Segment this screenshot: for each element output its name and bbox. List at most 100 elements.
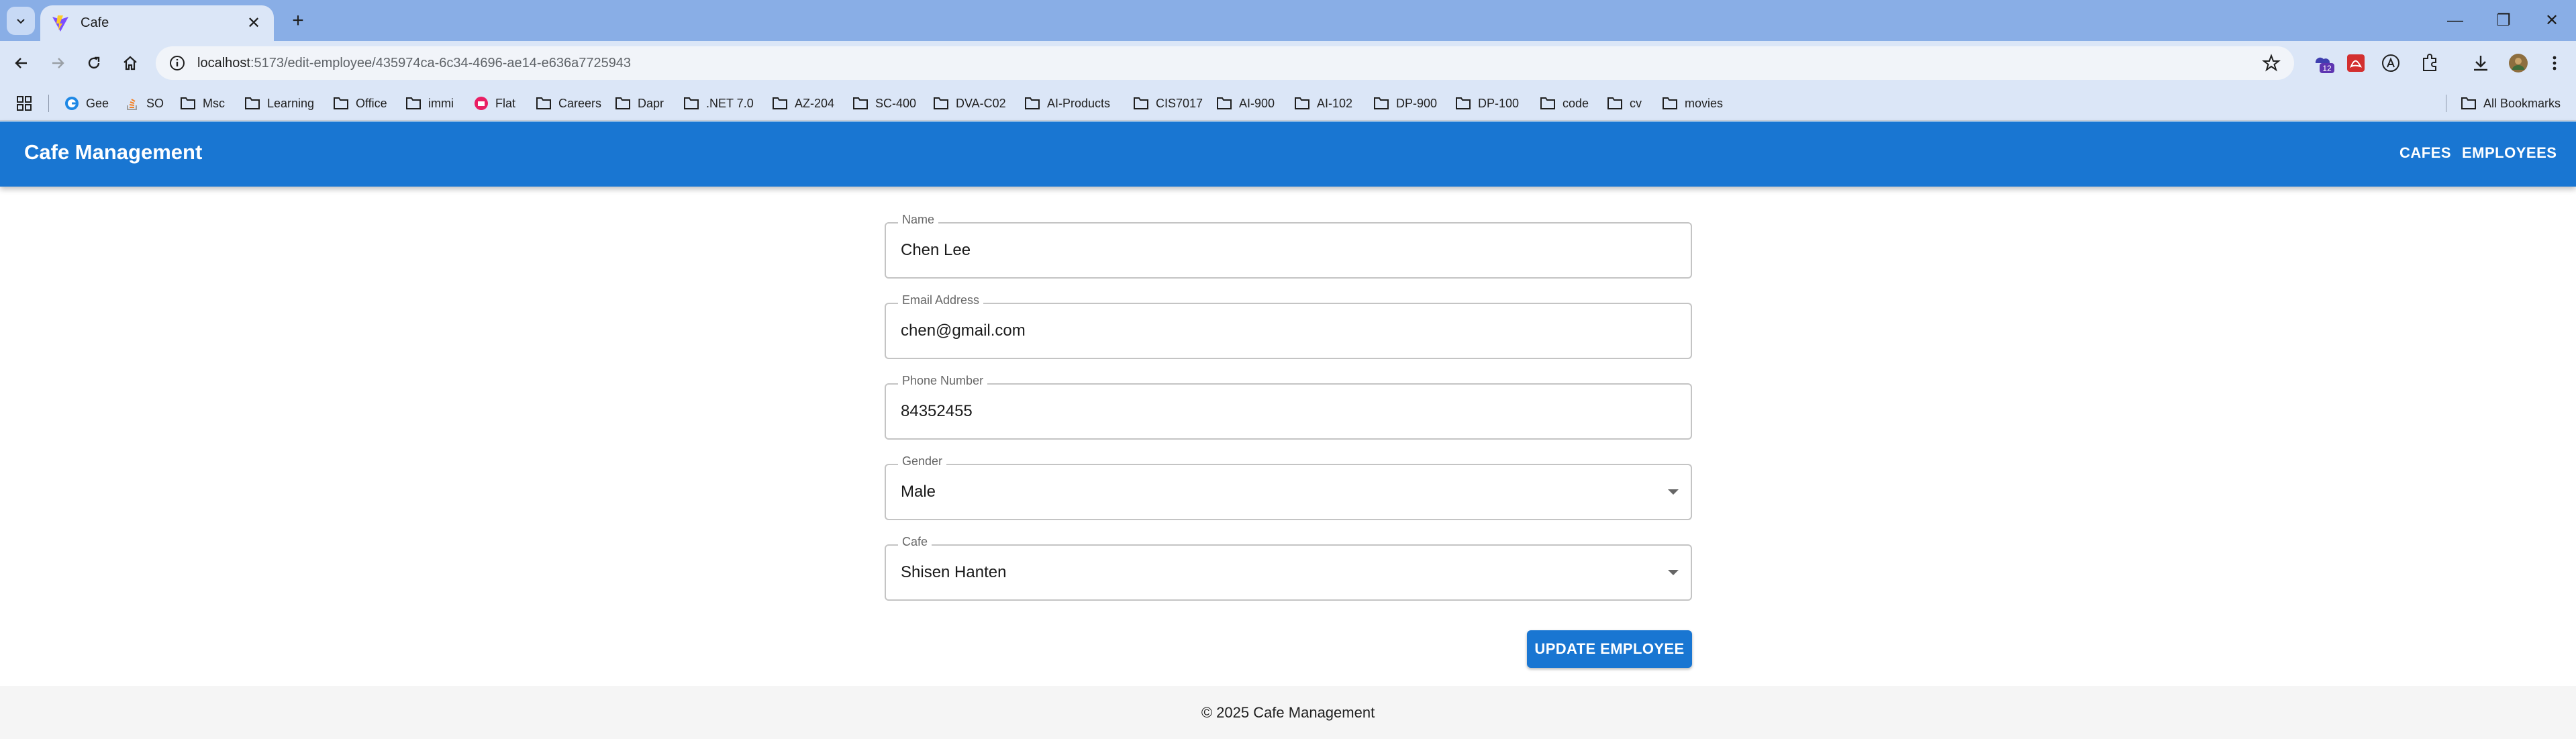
bookmark-label: AI-900 bbox=[1239, 96, 1275, 110]
footer-text: © 2025 Cafe Management bbox=[1201, 703, 1375, 721]
bookmark-item[interactable]: AI-900 bbox=[1216, 93, 1275, 113]
bookmark-item[interactable]: AI-Products bbox=[1024, 93, 1110, 113]
bookmark-item[interactable]: .NET 7.0 bbox=[683, 93, 754, 113]
home-button[interactable] bbox=[115, 48, 145, 78]
home-icon bbox=[123, 56, 137, 70]
bookmark-label: movies bbox=[1685, 96, 1724, 110]
browser-menu-button[interactable] bbox=[2541, 50, 2568, 77]
window-close-button[interactable]: ✕ bbox=[2528, 0, 2576, 41]
extension-badge-button[interactable]: 12 bbox=[2309, 50, 2336, 77]
tab-search-button[interactable] bbox=[7, 7, 35, 35]
bookmark-item[interactable]: DP-100 bbox=[1455, 93, 1519, 113]
bookmark-label: AI-Products bbox=[1047, 96, 1111, 110]
minimize-button[interactable]: — bbox=[2431, 0, 2479, 41]
folder-icon bbox=[1540, 97, 1555, 109]
apps-button[interactable] bbox=[16, 93, 39, 113]
bookmark-item[interactable]: code bbox=[1540, 93, 1589, 113]
tab-title: Cafe bbox=[81, 15, 109, 30]
folder-icon bbox=[684, 97, 699, 109]
email-field[interactable]: Email Address chen@gmail.com bbox=[885, 293, 1692, 359]
folder-icon bbox=[615, 97, 630, 109]
reload-button[interactable] bbox=[79, 48, 109, 78]
app-header: Cafe Management CAFES EMPLOYEES bbox=[0, 121, 2576, 187]
all-bookmarks-label: All Bookmarks bbox=[2483, 96, 2561, 110]
folder-icon bbox=[536, 97, 551, 109]
apps-grid-icon bbox=[17, 96, 32, 111]
bookmark-item[interactable]: Gee bbox=[64, 93, 109, 113]
profile-button[interactable] bbox=[2505, 50, 2532, 77]
folder-icon bbox=[773, 97, 787, 109]
site-info-icon[interactable] bbox=[168, 54, 187, 72]
nav-link-employees[interactable]: EMPLOYEES bbox=[2462, 144, 2557, 162]
extensions-button[interactable] bbox=[2416, 50, 2443, 77]
phone-field[interactable]: Phone Number 84352455 bbox=[885, 374, 1692, 440]
folder-icon bbox=[1663, 97, 1677, 109]
url-host: localhost bbox=[197, 55, 250, 70]
extension-badge-count: 12 bbox=[2322, 64, 2332, 73]
folder-icon bbox=[1607, 97, 1622, 109]
tab-close-icon[interactable]: ✕ bbox=[244, 14, 263, 33]
accessibility-extension-button[interactable] bbox=[2377, 50, 2404, 77]
bookmark-item[interactable]: Msc bbox=[180, 93, 225, 113]
gender-label: Gender bbox=[898, 454, 947, 469]
folder-icon bbox=[334, 97, 348, 109]
app-title: Cafe Management bbox=[24, 140, 203, 164]
restore-button[interactable]: ❐ bbox=[2479, 0, 2528, 41]
downloads-button[interactable] bbox=[2467, 50, 2494, 77]
new-tab-button[interactable]: + bbox=[285, 8, 311, 35]
chevron-down-icon bbox=[17, 19, 25, 24]
extension-cloud-icon: 12 bbox=[2315, 57, 2334, 73]
bookmark-item[interactable]: cv bbox=[1607, 93, 1642, 113]
bookmark-item[interactable]: immi bbox=[405, 93, 454, 113]
back-button[interactable] bbox=[7, 48, 36, 78]
bookmark-item[interactable]: SC-400 bbox=[852, 93, 916, 113]
browser-tabstrip: Cafe ✕ + — ❐ ✕ bbox=[0, 0, 2576, 41]
bookmark-item[interactable]: Careers bbox=[536, 93, 601, 113]
bookmark-item[interactable]: CIS7017 bbox=[1133, 93, 1203, 113]
folder-icon bbox=[1025, 97, 1040, 109]
address-bar[interactable]: localhost:5173/edit-employee/435974ca-6c… bbox=[156, 46, 2294, 80]
bookmark-item[interactable]: Dapr bbox=[615, 93, 664, 113]
bookmark-item[interactable]: Office bbox=[333, 93, 387, 113]
folder-icon bbox=[934, 97, 948, 109]
phone-input[interactable]: 84352455 bbox=[901, 402, 973, 421]
bookmarks-bar: Gee SO Msc Learning Office immi Flat Careers Dap… bbox=[0, 86, 2576, 121]
reload-icon bbox=[88, 56, 100, 69]
bookmark-label: AI-102 bbox=[1317, 96, 1353, 110]
dropdown-arrow-icon[interactable] bbox=[1668, 489, 1679, 495]
bookmark-item[interactable]: AZ-204 bbox=[772, 93, 834, 113]
nav-link-cafes[interactable]: CAFES bbox=[2399, 144, 2451, 162]
avatar bbox=[2509, 54, 2528, 72]
folder-icon bbox=[181, 97, 195, 109]
gender-select[interactable]: Gender Male bbox=[885, 454, 1692, 520]
name-input[interactable]: Chen Lee bbox=[901, 241, 971, 260]
bookmark-item[interactable]: DP-900 bbox=[1373, 93, 1437, 113]
name-field[interactable]: Name Chen Lee bbox=[885, 213, 1692, 279]
bookmark-item[interactable]: SO bbox=[125, 93, 164, 113]
browser-tab[interactable]: Cafe ✕ bbox=[40, 5, 274, 41]
arrow-left-icon bbox=[15, 58, 27, 68]
bookmark-item[interactable]: Learning bbox=[244, 93, 314, 113]
bookmark-label: Gee bbox=[86, 96, 109, 110]
email-label: Email Address bbox=[898, 293, 984, 307]
cafe-label: Cafe bbox=[898, 535, 932, 549]
bookmark-label: code bbox=[1563, 96, 1589, 110]
bookmark-label: AZ-204 bbox=[795, 96, 835, 110]
download-icon bbox=[2474, 56, 2487, 71]
puzzle-icon bbox=[2423, 54, 2436, 71]
bookmark-item[interactable]: Flat bbox=[474, 93, 515, 113]
stackoverflow-icon bbox=[127, 99, 137, 110]
window-controls: — ❐ ✕ bbox=[2431, 0, 2576, 41]
bookmark-item[interactable]: DVA-C02 bbox=[933, 93, 1006, 113]
bookmark-item[interactable]: AI-102 bbox=[1294, 93, 1352, 113]
pdf-extension-button[interactable] bbox=[2342, 50, 2369, 77]
bookmark-item[interactable]: movies bbox=[1662, 93, 1723, 113]
all-bookmarks-button[interactable]: All Bookmarks bbox=[2461, 93, 2561, 113]
bookmark-star-icon[interactable] bbox=[2262, 54, 2281, 72]
dropdown-arrow-icon[interactable] bbox=[1668, 570, 1679, 575]
forward-button[interactable] bbox=[43, 48, 72, 78]
folder-icon bbox=[1456, 97, 1471, 109]
update-employee-button[interactable]: UPDATE EMPLOYEE bbox=[1527, 630, 1692, 668]
cafe-select[interactable]: Cafe Shisen Hanten bbox=[885, 535, 1692, 601]
email-input[interactable]: chen@gmail.com bbox=[901, 322, 1026, 340]
